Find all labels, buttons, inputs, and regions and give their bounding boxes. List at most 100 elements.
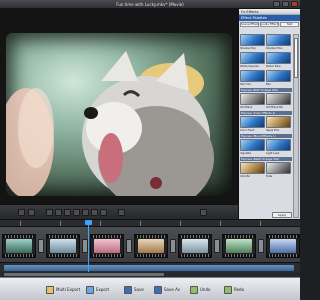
playhead-handle[interactable] xyxy=(85,220,92,225)
ruler-tick xyxy=(20,221,21,226)
effect-old-black-bg[interactable] xyxy=(266,93,291,105)
effect-blur[interactable] xyxy=(266,70,291,82)
title-bar: Fun time with Lucky.mkv* (Movie) xyxy=(0,0,300,9)
effect-light-leak[interactable] xyxy=(266,139,291,151)
step-back-button[interactable] xyxy=(55,209,62,216)
save-button[interactable]: Save xyxy=(124,285,144,294)
minimize-icon[interactable] xyxy=(273,1,280,7)
effect-silk-fold[interactable] xyxy=(240,70,265,82)
button-label: Redo xyxy=(234,287,245,292)
effect-label: Sepia Film xyxy=(266,129,280,132)
next-clip-button[interactable] xyxy=(100,209,107,216)
maximize-icon[interactable] xyxy=(282,1,289,7)
ruler-tick xyxy=(220,221,221,226)
window-title: Fun time with Lucky.mkv* (Movie) xyxy=(116,2,184,7)
undo-icon xyxy=(190,285,198,294)
transition[interactable] xyxy=(258,239,264,253)
effect-fade[interactable] xyxy=(266,162,291,174)
multi-export-button[interactable]: Multi Export xyxy=(46,285,80,294)
effect-colorful[interactable] xyxy=(240,162,265,174)
redo-icon xyxy=(224,285,232,294)
effect-label: White Squares xyxy=(240,65,259,68)
effect-white-squares[interactable] xyxy=(240,52,265,64)
undo-button[interactable]: Undo xyxy=(190,285,210,294)
video-preview[interactable] xyxy=(0,9,238,204)
clip[interactable] xyxy=(178,234,212,258)
ruler-tick xyxy=(180,221,181,226)
close-icon[interactable] xyxy=(291,1,298,7)
ruler-tick xyxy=(260,221,261,226)
play-button[interactable] xyxy=(64,209,71,216)
export-button[interactable]: Export xyxy=(86,285,109,294)
clip[interactable] xyxy=(266,234,300,258)
clip[interactable] xyxy=(90,234,124,258)
button-label: Export xyxy=(96,287,110,292)
save-as-icon xyxy=(154,285,162,294)
effect-group-header[interactable]: Express (Mood Effects 1) xyxy=(240,134,292,138)
timeline xyxy=(0,219,300,278)
transition[interactable] xyxy=(170,239,176,253)
step-forward-button[interactable] xyxy=(91,209,98,216)
tab-audio-effect[interactable]: Audio Effect xyxy=(260,22,279,27)
zoom-dropdown-icon[interactable] xyxy=(18,209,25,216)
clip[interactable] xyxy=(46,234,80,258)
effects-panel: Fx Effects Effect Palettes Scene Effect … xyxy=(238,9,300,219)
redo-button[interactable]: Redo xyxy=(224,285,244,294)
scrollbar-thumb[interactable] xyxy=(294,38,298,78)
save-icon xyxy=(124,285,132,294)
audio-track[interactable] xyxy=(0,262,300,272)
pause-button[interactable] xyxy=(73,209,80,216)
button-label: Multi Export xyxy=(56,287,81,292)
effect-color-flash[interactable] xyxy=(240,116,265,128)
effect-label: Shadow Plus xyxy=(266,47,283,50)
button-label: Save xyxy=(134,287,144,292)
effect-label: Old Black BG xyxy=(266,106,283,109)
apply-button[interactable]: Apply xyxy=(272,212,292,218)
effect-label: Light Leak xyxy=(266,152,280,155)
clip[interactable] xyxy=(222,234,256,258)
clip[interactable] xyxy=(2,234,36,258)
scrollbar-thumb[interactable] xyxy=(4,273,164,276)
prev-clip-button[interactable] xyxy=(46,209,53,216)
effect-label: Silk Fold xyxy=(240,83,251,86)
transition[interactable] xyxy=(126,239,132,253)
playhead[interactable] xyxy=(85,220,92,278)
fullscreen-icon[interactable] xyxy=(200,209,207,216)
ruler-tick xyxy=(60,221,61,226)
volume-icon[interactable] xyxy=(118,209,125,216)
effect-sepia-film[interactable] xyxy=(266,116,291,128)
effect-label: Shadow Box xyxy=(240,47,256,50)
effect-label: Old Black xyxy=(240,106,253,109)
effect-group-header[interactable]: Express (B/W Vintage 60s) xyxy=(240,88,292,92)
transition[interactable] xyxy=(38,239,44,253)
effect-label: Poster Blue xyxy=(266,65,281,68)
stop-button[interactable] xyxy=(82,209,89,216)
preview-frame xyxy=(6,33,232,196)
tab-text[interactable]: Text xyxy=(280,22,299,27)
effect-label: Color Flash xyxy=(240,129,255,132)
effect-label: Colorful xyxy=(240,175,251,178)
clip[interactable] xyxy=(134,234,168,258)
effect-group-header[interactable]: Express (Color Effects 1) xyxy=(240,111,292,115)
playback-controls xyxy=(0,204,238,219)
button-label: Undo xyxy=(200,287,211,292)
tab-scene-effect[interactable]: Scene Effect xyxy=(240,22,259,27)
save-as-button[interactable]: Save As xyxy=(154,285,180,294)
effect-shadow-plus[interactable] xyxy=(266,34,291,46)
effect-label: Fade xyxy=(266,175,273,178)
film-export-icon xyxy=(46,285,54,294)
effects-scrollbar[interactable] xyxy=(293,34,299,218)
effect-poster-blue[interactable] xyxy=(266,52,291,64)
audio-clip[interactable] xyxy=(4,265,294,271)
transition[interactable] xyxy=(214,239,220,253)
effect-label: Vignette xyxy=(240,152,251,155)
preview-mode-icon[interactable] xyxy=(28,209,35,216)
export-icon xyxy=(86,285,94,294)
effect-vignette[interactable] xyxy=(240,139,265,151)
effect-shadow-box[interactable] xyxy=(240,34,265,46)
timeline-ruler[interactable] xyxy=(0,220,300,227)
button-label: Save As xyxy=(164,287,180,292)
effect-group-header[interactable]: Express (B&W Vintage 50s) xyxy=(240,157,292,161)
effect-old-black[interactable] xyxy=(240,93,265,105)
clip-track xyxy=(0,234,300,260)
